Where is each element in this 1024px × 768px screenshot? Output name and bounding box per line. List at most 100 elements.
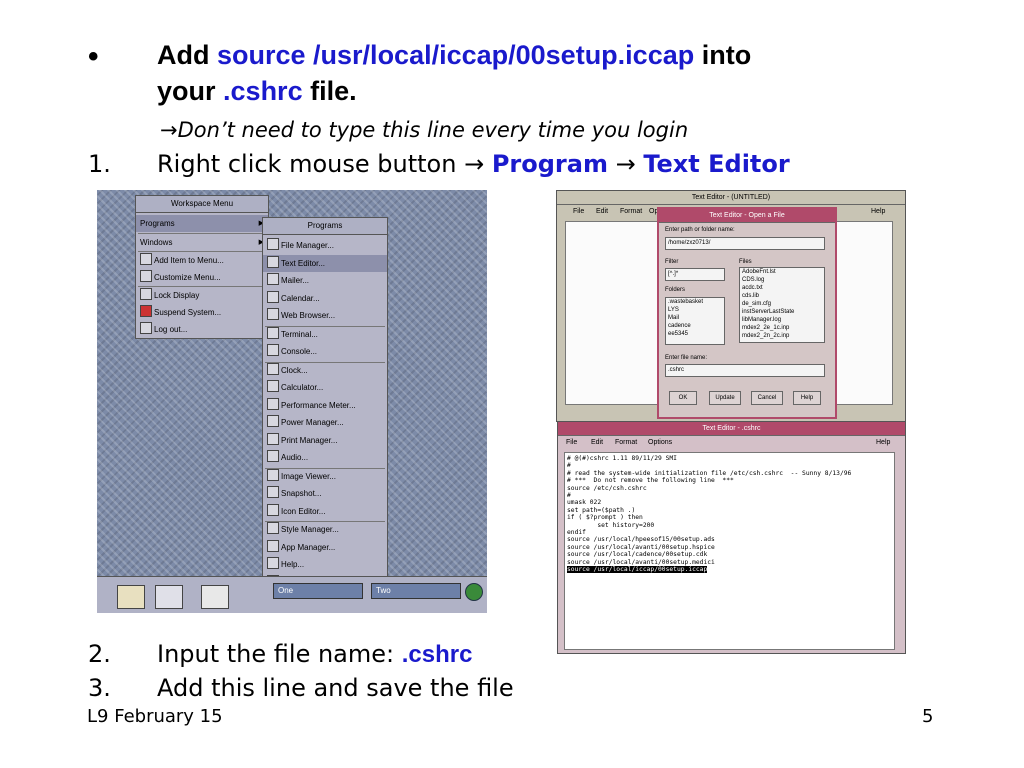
menu-edit[interactable]: Edit — [596, 205, 608, 219]
help-button[interactable]: Help — [793, 391, 821, 405]
program-item[interactable]: Power Manager... — [263, 414, 387, 431]
editor-window-title: Text Editor - (UNTITLED) — [557, 191, 905, 205]
program-item[interactable]: Web Browser... — [263, 307, 387, 324]
step-3-number: 3. — [88, 674, 111, 702]
lock-icon — [140, 288, 152, 300]
menu-format[interactable]: Format — [620, 205, 642, 219]
arrow-icon: → — [615, 150, 636, 178]
program-item[interactable]: Audio... — [263, 449, 387, 466]
program-item[interactable]: Icon Editor... — [263, 503, 387, 520]
front-panel: One Two — [97, 576, 487, 613]
code-line: # *** Do not remove the following line *… — [567, 477, 734, 485]
program-item-label: Terminal... — [281, 329, 318, 339]
code-line: if ( $?prompt ) then — [567, 514, 643, 522]
program-item-label: Style Manager... — [281, 525, 339, 534]
menu-item-suspend[interactable]: Suspend System... — [136, 304, 268, 321]
program-icon — [267, 255, 279, 268]
mail-icon[interactable] — [201, 585, 229, 609]
program-item[interactable]: Image Viewer... — [263, 468, 387, 485]
list-item[interactable]: mdex2_2e_1c.inp — [742, 324, 824, 332]
program-icon — [267, 362, 279, 375]
code-line: source /usr/local/cadence/00setup.cdk — [567, 551, 708, 559]
folders-list[interactable]: .wastebasket LYS Mail cadence ee5345 — [665, 297, 725, 345]
list-item[interactable]: libManager.log — [742, 316, 824, 324]
program-item[interactable]: Style Manager... — [263, 521, 387, 538]
menu-edit[interactable]: Edit — [591, 436, 603, 450]
word-into: into — [701, 40, 752, 70]
menu-help[interactable]: Help — [871, 205, 885, 219]
text-editor-icon[interactable] — [155, 585, 183, 609]
program-item[interactable]: Clock... — [263, 362, 387, 379]
list-item[interactable]: AdobeFnt.lst — [742, 268, 824, 276]
list-item[interactable]: instServerLastState — [742, 308, 824, 316]
workspace-button-one[interactable]: One — [273, 583, 363, 599]
ok-button[interactable]: OK — [669, 391, 697, 405]
path-input[interactable]: /home/zxz0713/ — [665, 237, 825, 250]
program-item[interactable]: Print Manager... — [263, 432, 387, 449]
workspace-menu-title: Workspace Menu — [136, 196, 268, 213]
menu-item-programs[interactable]: Programs▶ — [136, 215, 268, 232]
program-icon — [267, 290, 279, 303]
step-2-filename: .cshrc — [401, 641, 473, 668]
program-item[interactable]: Performance Meter... — [263, 397, 387, 414]
program-item-label: Text Editor... — [281, 258, 326, 268]
menu-file[interactable]: File — [573, 205, 584, 219]
update-button[interactable]: Update — [709, 391, 741, 405]
list-item[interactable]: CDS.log — [742, 276, 824, 284]
menu-item-lock-display[interactable]: Lock Display — [136, 287, 268, 304]
filename-input[interactable]: .cshrc — [665, 364, 825, 377]
globe-icon[interactable] — [465, 583, 483, 601]
list-item[interactable]: acdc.txt — [742, 284, 824, 292]
open-file-screenshot: Text Editor - (UNTITLED) File Edit Forma… — [556, 190, 906, 422]
code-line: umask 022 — [567, 499, 602, 507]
file-manager-icon[interactable] — [117, 585, 145, 609]
menu-options[interactable]: Options — [648, 436, 672, 450]
menu-help[interactable]: Help — [876, 436, 890, 450]
menu-item-log-out[interactable]: Log out... — [136, 321, 268, 338]
list-item[interactable]: cds.lib — [742, 292, 824, 300]
program-icon — [267, 273, 279, 285]
files-list[interactable]: AdobeFnt.lst CDS.log acdc.txt cds.lib de_sim… — [739, 267, 825, 343]
code-line: set history=200 — [567, 521, 655, 529]
add-item-icon — [140, 253, 152, 265]
program-item[interactable]: Calculator... — [263, 379, 387, 396]
program-item[interactable]: Console... — [263, 343, 387, 360]
menu-item-add-item[interactable]: Add Item to Menu... — [136, 252, 268, 269]
program-item[interactable]: Help... — [263, 556, 387, 573]
cancel-button[interactable]: Cancel — [751, 391, 783, 405]
program-item[interactable]: App Manager... — [263, 539, 387, 556]
workspace-button-two[interactable]: Two — [371, 583, 461, 599]
files-label: Files — [739, 259, 752, 265]
program-item-label: Web Browser... — [281, 311, 336, 320]
program-item[interactable]: Mailer... — [263, 272, 387, 289]
arrow-icon: → — [464, 150, 485, 178]
filter-input[interactable]: [^.]* — [665, 268, 725, 281]
program-item-label: Icon Editor... — [281, 506, 326, 516]
program-icon — [267, 397, 279, 410]
program-item[interactable]: File Manager... — [263, 237, 387, 254]
code-line: source /usr/local/hpeesof15/00setup.ads — [567, 536, 715, 544]
program-icon — [267, 238, 279, 250]
menu-item-windows[interactable]: Windows▶ — [136, 234, 268, 251]
program-item[interactable]: Snapshot... — [263, 485, 387, 502]
code-command: source /usr/local/iccap/00setup.iccap — [217, 40, 695, 70]
list-item[interactable]: ee5345 — [668, 330, 724, 338]
menu-format[interactable]: Format — [615, 436, 637, 450]
program-item[interactable]: Terminal... — [263, 326, 387, 343]
open-file-dialog: Text Editor - Open a File Enter path or … — [657, 207, 837, 419]
cshrc-text-area[interactable]: # @(#)cshrc 1.11 89/11/29 SMI # # read the… — [564, 452, 895, 650]
code-line: source /etc/csh.cshrc — [567, 484, 647, 492]
code-file: .cshrc — [223, 76, 303, 106]
menu-item-customize[interactable]: Customize Menu... — [136, 269, 268, 286]
menu-file[interactable]: File — [566, 436, 577, 450]
customize-icon — [140, 270, 152, 282]
program-item[interactable]: Calendar... — [263, 290, 387, 307]
list-item[interactable]: de_sim.cfg — [742, 300, 824, 308]
list-item[interactable]: mdex2_2n_2c.inp — [742, 332, 824, 340]
list-item[interactable]: Mail — [668, 314, 724, 322]
list-item[interactable]: .wastebasket — [668, 298, 724, 306]
program-item[interactable]: Text Editor... — [263, 254, 387, 272]
list-item[interactable]: cadence — [668, 322, 724, 330]
list-item[interactable]: LYS — [668, 306, 724, 314]
program-item-label: Clock... — [281, 365, 308, 375]
